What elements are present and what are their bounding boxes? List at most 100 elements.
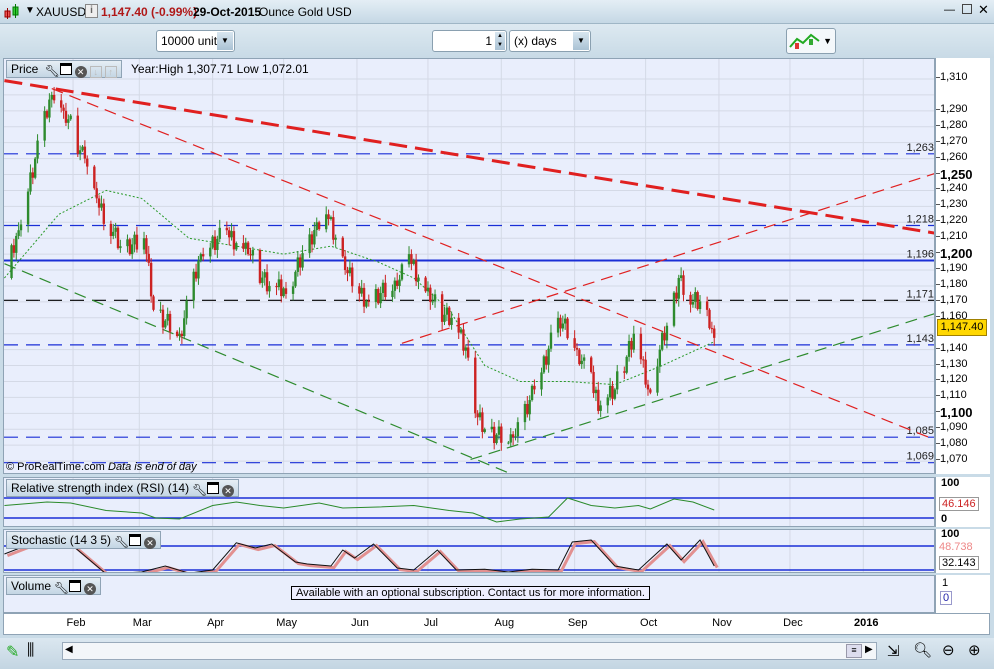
chevron-down-icon[interactable]: ▼	[823, 36, 832, 46]
zoom-out-icon[interactable]: ⊖	[942, 641, 955, 659]
candle-body	[613, 389, 617, 399]
candle-body	[384, 282, 387, 298]
candle-body	[627, 340, 631, 357]
price-axis-tick: 1,140	[936, 341, 968, 354]
price-panel-header: Price 🔧︎ ✕ ↓ ↑	[6, 60, 122, 78]
candle-body	[417, 277, 420, 282]
quantity-value: 1	[485, 34, 492, 48]
wrench-icon[interactable]: 🔧︎	[54, 581, 69, 595]
volume-panel[interactable]: Volume 🔧︎ ✕ Available with an optional sub…	[3, 575, 935, 613]
zoom-vertical-icon[interactable]: 🔍︎	[913, 641, 932, 659]
draw-tools-icon[interactable]: ✎	[6, 642, 19, 662]
candle-body	[52, 94, 56, 101]
chevron-down-icon[interactable]: ▼	[217, 32, 233, 50]
scroll-left-icon[interactable]: ◀	[65, 644, 73, 655]
candle-body	[540, 372, 543, 390]
candle-body	[36, 140, 39, 159]
info-icon[interactable]: i	[85, 4, 98, 18]
candle-body	[246, 242, 250, 255]
stochastic-label: Stochastic (14 3 5)	[11, 533, 112, 547]
price-axis[interactable]: 1,310 1,290 1,280 1,270 1,260 1,250 1,240 1,230…	[935, 58, 990, 474]
chart-style-icon[interactable]: ⫼	[27, 642, 34, 660]
minimize-icon[interactable]: —	[944, 4, 955, 16]
units-select[interactable]: 10000 units ▼	[156, 30, 235, 52]
candle-body	[147, 253, 150, 263]
symbol-dropdown-icon[interactable]: ▼	[25, 5, 35, 16]
symbol[interactable]: XAUUSD	[36, 5, 86, 19]
chart-type-button[interactable]: ▼	[786, 28, 836, 54]
window-icon[interactable]	[69, 580, 82, 592]
close-icon[interactable]: ✕	[74, 66, 87, 78]
candle-body	[410, 254, 413, 264]
candle-body	[301, 253, 304, 268]
rsi-panel[interactable]: Relative strength index (RSI) (14) 🔧︎ ✕	[3, 477, 935, 527]
stepper-arrows-icon[interactable]: ▲ ▼	[495, 32, 505, 50]
candle-body	[31, 172, 35, 178]
price-panel[interactable]: 1,263 1,218 1,196 1,171 1,143 1,085 1,069 Pric…	[3, 58, 935, 474]
window-icon[interactable]	[59, 63, 72, 75]
candle-body	[114, 227, 117, 232]
candle-body	[445, 307, 449, 315]
candle-body	[450, 317, 453, 325]
candle-body	[374, 288, 378, 302]
candle-body	[443, 314, 446, 322]
price-axis-tick: 1,290	[936, 102, 968, 115]
window-icon[interactable]	[129, 534, 142, 546]
auto-scroll-icon[interactable]: ⇲	[887, 642, 900, 660]
candle-body	[76, 115, 79, 154]
time-axis[interactable]: Feb Mar Apr May Jun Jul Aug Sep Oct Nov Dec 2016	[3, 613, 990, 635]
candle-body	[97, 198, 101, 208]
candle-body	[530, 385, 534, 401]
chevron-down-icon[interactable]: ▼	[573, 32, 589, 50]
move-down-icon[interactable]: ↓	[89, 66, 102, 78]
wrench-icon[interactable]: 🔧︎	[45, 64, 60, 78]
close-icon[interactable]: ✕	[84, 583, 97, 595]
scroll-right-icon[interactable]: ▶	[865, 644, 873, 655]
candle-body	[642, 359, 645, 361]
wrench-icon[interactable]: 🔧︎	[114, 535, 129, 549]
candle-body	[64, 110, 68, 123]
candle-body	[426, 287, 430, 292]
price-change: 1,147.40 (-0.99%)	[101, 5, 198, 19]
candle-body	[180, 333, 184, 337]
wrench-icon[interactable]: 🔧︎	[192, 483, 207, 497]
stochastic-panel[interactable]: Stochastic (14 3 5) 🔧︎ ✕	[3, 529, 935, 573]
candle-body	[379, 293, 382, 304]
price-chart[interactable]: 1,263 1,218 1,196 1,171 1,143 1,085 1,069	[4, 59, 935, 474]
rsi-panel-header: Relative strength index (RSI) (14) 🔧︎ ✕	[6, 479, 240, 497]
candle-body	[218, 227, 221, 239]
candle-body	[367, 300, 370, 302]
candle-body	[294, 271, 297, 287]
period-select[interactable]: (x) days ▼	[509, 30, 591, 52]
candle-body	[225, 227, 229, 231]
candle-body	[112, 231, 115, 236]
candle-body	[459, 329, 463, 333]
period-value: (x) days	[514, 34, 557, 48]
window-icon[interactable]	[207, 482, 220, 494]
candle-body	[414, 260, 418, 282]
horizontal-scrollbar[interactable]: ◀ ≡ ▶	[62, 642, 877, 660]
move-up-icon[interactable]: ↑	[104, 66, 117, 78]
close-icon[interactable]: ✕	[222, 485, 235, 497]
close-window-icon[interactable]: ✕	[978, 2, 989, 18]
price-label: Price	[11, 62, 39, 76]
volume-panel-header: Volume 🔧︎ ✕	[6, 577, 102, 595]
zoom-in-icon[interactable]: ⊕	[968, 641, 981, 659]
candlestick-icon[interactable]	[4, 4, 20, 20]
candle-body	[277, 279, 281, 288]
quantity-stepper[interactable]: 1 ▲ ▼	[432, 30, 507, 52]
candle-body	[362, 287, 366, 307]
candle-body	[381, 282, 385, 294]
price-axis-tick: 1,170	[936, 293, 968, 306]
candle-body	[310, 234, 314, 245]
candle-body	[348, 267, 352, 274]
candle-body	[175, 331, 179, 337]
candle-body	[86, 158, 89, 167]
candle-body	[677, 278, 680, 299]
month-label: Oct	[640, 617, 658, 629]
maximize-icon[interactable]	[962, 4, 972, 14]
scrollbar-thumb[interactable]: ≡	[846, 644, 862, 658]
close-icon[interactable]: ✕	[144, 537, 157, 549]
stochastic-axis: 100 48.738 32.143	[935, 528, 990, 573]
candle-body	[547, 348, 550, 365]
